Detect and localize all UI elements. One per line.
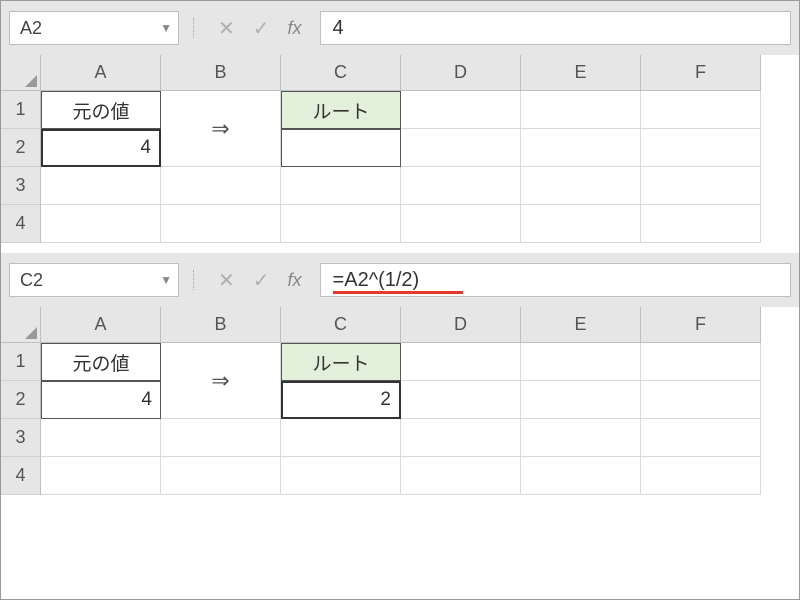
cell-A4[interactable] (41, 457, 161, 495)
col-header[interactable]: F (641, 55, 761, 91)
cell-A2-selected[interactable]: 4 (41, 129, 161, 167)
fx-icon[interactable]: fx (288, 18, 302, 39)
col-header[interactable]: E (521, 55, 641, 91)
cell-C1[interactable]: ルート (281, 343, 401, 381)
formula-input[interactable]: =A2^(1/2) (320, 263, 791, 297)
cell-F3[interactable] (641, 167, 761, 205)
cell-D3[interactable] (401, 167, 521, 205)
col-header[interactable]: C (281, 307, 401, 343)
col-header[interactable]: D (401, 307, 521, 343)
cancel-icon[interactable]: ✕ (218, 268, 235, 293)
cell-E3[interactable] (521, 419, 641, 457)
name-box-value: C2 (20, 270, 43, 291)
cell-E3[interactable] (521, 167, 641, 205)
cancel-icon[interactable]: ✕ (218, 16, 235, 41)
cell-D4[interactable] (401, 457, 521, 495)
cell-C3[interactable] (281, 167, 401, 205)
cell-E1[interactable] (521, 91, 641, 129)
cell-B-arrow[interactable]: ⇒ (161, 343, 281, 419)
separator (193, 18, 194, 38)
chevron-down-icon[interactable]: ▼ (160, 273, 172, 287)
cell-F3[interactable] (641, 419, 761, 457)
cell-F1[interactable] (641, 91, 761, 129)
row-header[interactable]: 3 (1, 419, 41, 457)
cell-C4[interactable] (281, 205, 401, 243)
select-all-corner[interactable] (1, 55, 41, 91)
cell-C3[interactable] (281, 419, 401, 457)
col-header[interactable]: A (41, 307, 161, 343)
formula-text: =A2^(1/2) (333, 269, 420, 292)
cell-F2[interactable] (641, 129, 761, 167)
row-header[interactable]: 4 (1, 205, 41, 243)
cell-B4[interactable] (161, 205, 281, 243)
col-header[interactable]: C (281, 55, 401, 91)
cell-B3[interactable] (161, 419, 281, 457)
fx-controls: ✕ ✓ fx (208, 16, 312, 41)
cell-C4[interactable] (281, 457, 401, 495)
separator (193, 270, 194, 290)
cell-D4[interactable] (401, 205, 521, 243)
cell-D2[interactable] (401, 381, 521, 419)
cell-A4[interactable] (41, 205, 161, 243)
name-box[interactable]: C2 ▼ (9, 263, 179, 297)
row-header[interactable]: 4 (1, 457, 41, 495)
cell-E4[interactable] (521, 205, 641, 243)
col-header[interactable]: A (41, 55, 161, 91)
cell-C1[interactable]: ルート (281, 91, 401, 129)
cell-C2-selected[interactable]: 2 (281, 381, 401, 419)
grid-top: A B C D E F 1 元の値 ⇒ ルート 2 4 3 (1, 55, 799, 243)
name-box[interactable]: A2 ▼ (9, 11, 179, 45)
col-header[interactable]: E (521, 307, 641, 343)
formula-bar: C2 ▼ ✕ ✓ fx =A2^(1/2) (1, 253, 799, 307)
excel-panel-top: A2 ▼ ✕ ✓ fx 4 A B C D E F 1 元の値 ⇒ ルート (1, 1, 799, 243)
col-header[interactable]: D (401, 55, 521, 91)
cell-D1[interactable] (401, 343, 521, 381)
formula-text: 4 (333, 17, 344, 40)
grid-bottom: A B C D E F 1 元の値 ⇒ ルート 2 4 2 3 (1, 307, 799, 495)
cell-A2[interactable]: 4 (41, 381, 161, 419)
row-header[interactable]: 2 (1, 129, 41, 167)
cell-F4[interactable] (641, 205, 761, 243)
cell-C2[interactable] (281, 129, 401, 167)
chevron-down-icon[interactable]: ▼ (160, 21, 172, 35)
gap (1, 243, 799, 253)
cell-A3[interactable] (41, 167, 161, 205)
formula-input[interactable]: 4 (320, 11, 791, 45)
formula-bar: A2 ▼ ✕ ✓ fx 4 (1, 1, 799, 55)
cell-F4[interactable] (641, 457, 761, 495)
fx-controls: ✕ ✓ fx (208, 268, 312, 293)
cell-B-arrow[interactable]: ⇒ (161, 91, 281, 167)
col-header[interactable]: F (641, 307, 761, 343)
check-icon[interactable]: ✓ (253, 268, 270, 293)
col-header[interactable]: B (161, 307, 281, 343)
fx-icon[interactable]: fx (288, 270, 302, 291)
row-header[interactable]: 3 (1, 167, 41, 205)
cell-D3[interactable] (401, 419, 521, 457)
row-header[interactable]: 2 (1, 381, 41, 419)
select-all-corner[interactable] (1, 307, 41, 343)
cell-E2[interactable] (521, 381, 641, 419)
cell-F2[interactable] (641, 381, 761, 419)
row-header[interactable]: 1 (1, 343, 41, 381)
cell-D1[interactable] (401, 91, 521, 129)
cell-A1[interactable]: 元の値 (41, 91, 161, 129)
cell-A1[interactable]: 元の値 (41, 343, 161, 381)
excel-panel-bottom: C2 ▼ ✕ ✓ fx =A2^(1/2) A B C D E F 1 元の値 … (1, 253, 799, 495)
cell-E1[interactable] (521, 343, 641, 381)
check-icon[interactable]: ✓ (253, 16, 270, 41)
cell-E4[interactable] (521, 457, 641, 495)
cell-B4[interactable] (161, 457, 281, 495)
row-header[interactable]: 1 (1, 91, 41, 129)
name-box-value: A2 (20, 18, 42, 39)
col-header[interactable]: B (161, 55, 281, 91)
red-underline (333, 291, 463, 294)
cell-D2[interactable] (401, 129, 521, 167)
cell-F1[interactable] (641, 343, 761, 381)
cell-E2[interactable] (521, 129, 641, 167)
cell-B3[interactable] (161, 167, 281, 205)
cell-A3[interactable] (41, 419, 161, 457)
